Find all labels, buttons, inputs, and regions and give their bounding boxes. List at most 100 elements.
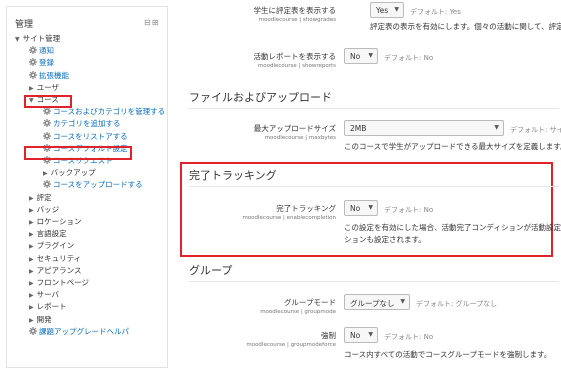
sidebar-item[interactable]: ▶ 開発 [29, 315, 52, 326]
sidebar-item-label: プラグイン [36, 241, 75, 251]
maxbytes-sub: moodlecourse | maxbytes [264, 135, 336, 141]
sidebar-item[interactable]: ▶ バックアップ [43, 168, 96, 179]
sidebar-item[interactable]: ▶ 言語設定 [29, 229, 67, 240]
sidebar-item[interactable]: カテゴリを追加する [43, 119, 121, 129]
gear-icon [29, 326, 37, 335]
groupmodeforce-label: 強制 [321, 331, 336, 340]
showgrades-desc: 評定表の表示を有効にします。個々の活動に関して、評定表の表 [370, 22, 561, 31]
sidebar-item[interactable]: ▶ ロケーション [29, 217, 81, 228]
maxbytes-label: 最大アップロードサイズ [253, 124, 336, 133]
sidebar-item-label: コースおよびカテゴリを管理する [53, 107, 166, 117]
enablecompletion-sub: moodlecourse | enablecompletion [242, 215, 336, 221]
sidebar-item-label: コースをアップロードする [53, 180, 143, 190]
showreports-label: 活動レポートを表示する [253, 52, 337, 61]
files-divider [189, 108, 559, 109]
collapsed-arrow-icon: ▶ [29, 243, 34, 251]
groupmode-select[interactable]: グループなし ▼ [344, 294, 410, 310]
sidebar-item-label: ユーザ [36, 82, 59, 92]
sidebar-item[interactable]: ▶ アピアランス [29, 266, 81, 277]
showreports-value: No [350, 52, 361, 61]
sidebar-item[interactable]: ▶ バッジ [29, 205, 59, 216]
showgrades-sub: moodlecourse | showgrades [258, 17, 336, 23]
highlight-course-defaults [24, 146, 132, 160]
gear-icon [29, 70, 37, 79]
collapsed-arrow-icon: ▶ [29, 304, 34, 312]
collapsed-arrow-icon: ▶ [29, 292, 34, 300]
maxbytes-select[interactable]: 2MB ▼ [344, 120, 504, 136]
sidebar-item[interactable]: 課題アップグレードヘルパ [29, 326, 129, 337]
highlight-course [24, 95, 72, 108]
collapsed-arrow-icon: ▶ [29, 206, 34, 214]
completion-heading: 完了トラッキング [189, 169, 277, 182]
sidebar-item[interactable]: ▶ セキュリティ [29, 254, 81, 265]
sidebar-item-label: 評定 [36, 192, 52, 202]
sidebar-dock-controls-icon[interactable]: ⊟⊞ [144, 18, 159, 27]
groups-divider [189, 281, 559, 282]
select-caret-icon: ▼ [400, 298, 405, 305]
gear-icon [29, 46, 37, 55]
sidebar-item-label: バックアップ [50, 168, 96, 178]
sidebar-item[interactable]: コースをアップロードする [43, 180, 143, 190]
sidebar-title: 管理 [15, 20, 34, 30]
groupmode-sub: moodlecourse | groupmode [260, 309, 336, 315]
sidebar-item[interactable]: 拡張機能 [29, 70, 69, 81]
sidebar-item-label: カテゴリを追加する [53, 119, 121, 129]
sidebar-item-label: アピアランス [36, 265, 82, 275]
showgrades-value: Yes [376, 6, 389, 15]
gear-icon [29, 58, 37, 67]
gear-icon [43, 180, 51, 189]
collapsed-arrow-icon: ▶ [29, 194, 34, 202]
sidebar-item[interactable]: ▶ プラグイン [29, 241, 74, 252]
select-caret-icon: ▼ [368, 331, 373, 338]
files-heading: ファイルおよびアップロード [189, 91, 332, 104]
showreports-select[interactable]: No ▼ [344, 48, 378, 64]
collapsed-arrow-icon: ▶ [29, 316, 34, 324]
sidebar-item[interactable]: ▶ フロントページ [29, 278, 89, 289]
groupmodeforce-value: No [350, 331, 361, 340]
expanded-arrow-icon: ▼ [15, 36, 20, 43]
maxbytes-desc: このコースで学生がアップロードできる最大サイズを定義します。 [344, 142, 561, 151]
enablecompletion-default: デフォルト: No [384, 206, 434, 214]
maxbytes-default: デフォルト: サイト アップ [510, 126, 561, 134]
admin-sidebar: 管理 ⊟⊞ ▼ サイト管理 通知 登録 拡張機能 ▶ ユーザ ▼ コース コースおよびカテゴリを管… [6, 6, 168, 368]
settings-page: 学生に評定表を表示する moodlecourse | showgrades Ye… [170, 0, 561, 368]
enablecompletion-select[interactable]: No ▼ [344, 200, 378, 216]
select-caret-icon: ▼ [368, 52, 373, 59]
groupmode-label: グループモード [283, 298, 336, 307]
groupmodeforce-select[interactable]: No ▼ [344, 327, 378, 343]
sidebar-item-label: 拡張機能 [39, 70, 69, 80]
gear-icon [43, 119, 51, 128]
sidebar-item-label: セキュリティ [36, 253, 82, 263]
sidebar-item[interactable]: 登録 [29, 58, 54, 68]
sidebar-item-label: 課題アップグレードヘルパ [39, 326, 129, 336]
gear-icon [43, 131, 51, 140]
sidebar-item[interactable]: ▶ 評定 [29, 193, 52, 204]
sidebar-item[interactable]: ▶ ユーザ [29, 83, 59, 94]
enablecompletion-label: 完了トラッキング [276, 204, 336, 213]
collapsed-arrow-icon: ▶ [29, 280, 34, 287]
sidebar-item[interactable]: ▶ レポート [29, 302, 67, 313]
sidebar-item[interactable]: ▶ サーバ [29, 290, 59, 301]
groupmode-default: デフォルト: グループなし [416, 300, 498, 308]
showgrades-select[interactable]: Yes ▼ [370, 2, 404, 18]
sidebar-item-label: サーバ [36, 290, 60, 300]
sidebar-item[interactable]: 通知 [29, 46, 54, 56]
enablecompletion-value: No [350, 204, 361, 213]
groupmodeforce-desc: コース内すべての活動でコースグループモードを強制します。 [344, 350, 552, 359]
sidebar-item-label: バッジ [36, 204, 60, 214]
maxbytes-value: 2MB [350, 124, 367, 133]
select-caret-icon: ▼ [494, 124, 499, 131]
sidebar-item-label: サイト管理 [22, 34, 61, 43]
groupmodeforce-sub: moodlecourse | groupmodeforce [246, 342, 336, 348]
sidebar-item[interactable]: コースおよびカテゴリを管理する [43, 107, 165, 117]
sidebar-item-label: コースをリストアする [53, 131, 128, 141]
completion-divider [189, 186, 559, 187]
sidebar-item[interactable]: ▼ サイト管理 [15, 34, 60, 45]
select-caret-icon: ▼ [368, 204, 373, 211]
enablecompletion-desc-line1: この設定を有効にした場合、活動完了コンディションが活動設定 [344, 223, 561, 232]
groupmode-value: グループなし [350, 299, 395, 308]
groups-heading: グループ [189, 264, 233, 277]
sidebar-item-label: 開発 [36, 314, 52, 324]
gear-icon [43, 107, 51, 116]
sidebar-item[interactable]: コースをリストアする [43, 131, 128, 142]
